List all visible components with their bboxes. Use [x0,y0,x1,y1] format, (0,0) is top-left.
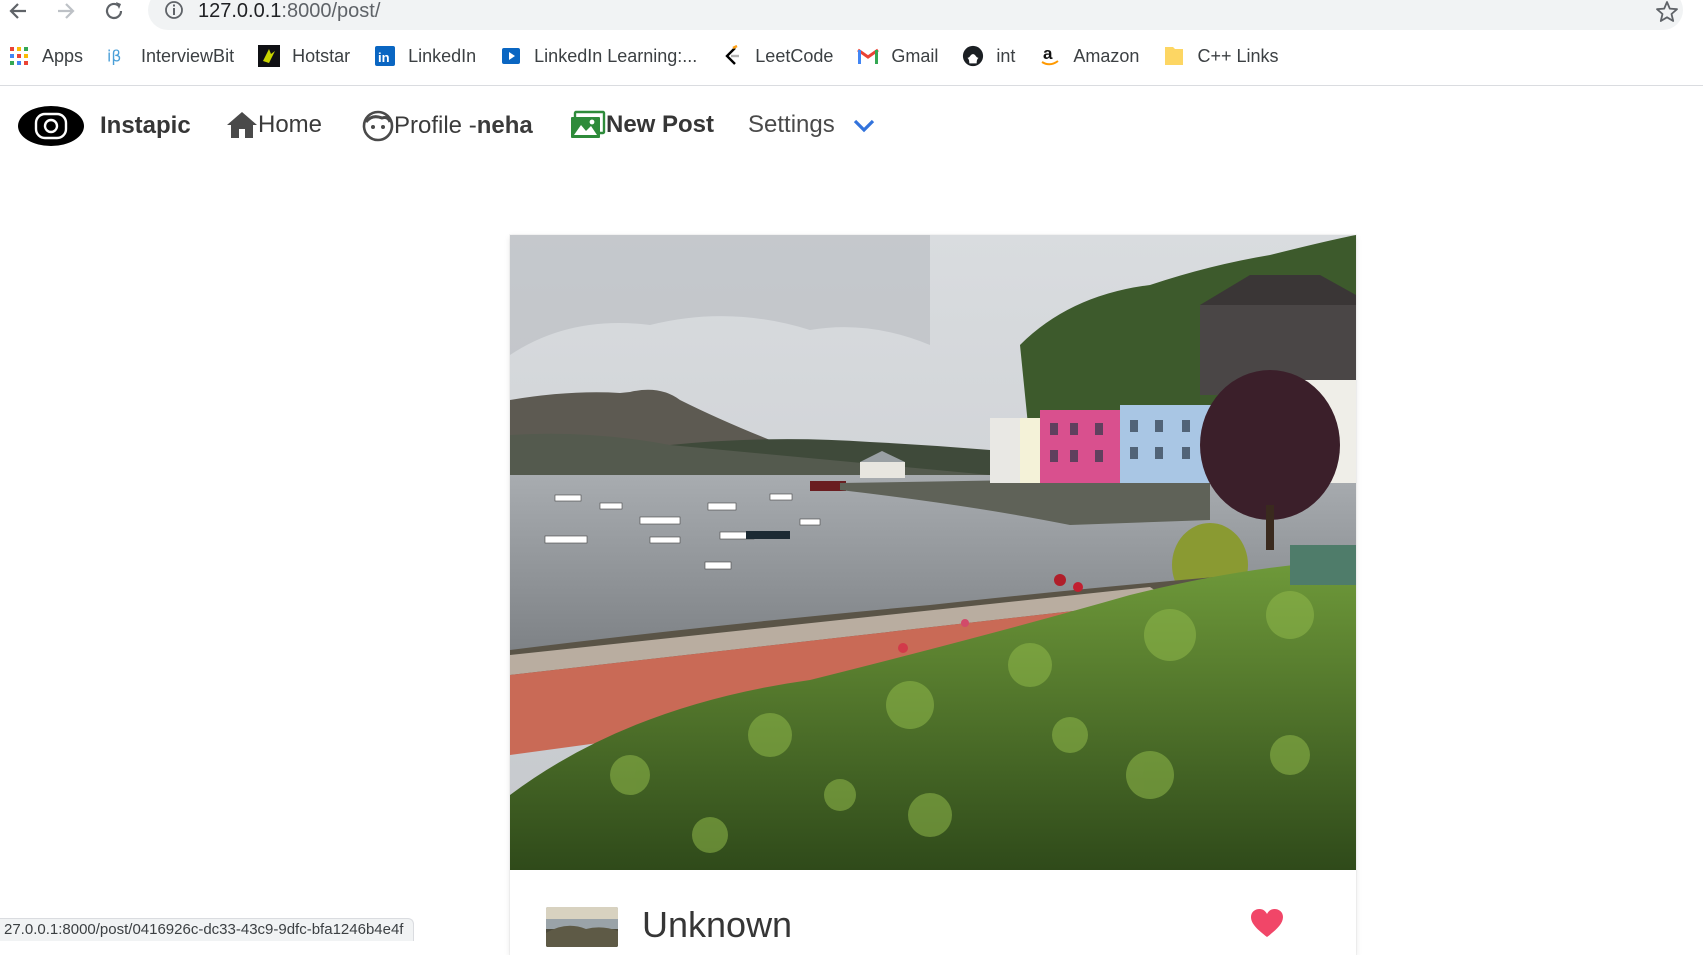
status-bar-url: 27.0.0.1:8000/post/0416926c-dc33-43c9-9d… [0,918,415,941]
nav-home-label: Home [258,111,323,138]
bookmark-leetcode[interactable]: LeetCode [721,45,833,67]
forward-button[interactable] [54,0,78,22]
settings-dropdown[interactable]: Settings [748,110,877,140]
add-image-icon [571,110,606,138]
bookmark-linkedin-learning[interactable]: LinkedIn Learning:... [500,45,697,67]
svg-text:a: a [1043,45,1053,63]
forward-arrow-icon [58,3,75,19]
bookmark-star-icon[interactable] [1655,0,1679,24]
linkedin-learning-icon [500,45,522,67]
gmail-icon [857,45,880,67]
svg-text:in: in [378,50,390,65]
site-info-icon[interactable] [164,0,184,22]
post-title: Unknown [642,904,793,945]
folder-icon [1163,45,1185,67]
brand-link[interactable]: Instapic [18,106,191,146]
bookmark-cpp-links[interactable]: C++ Links [1163,45,1279,67]
app-navbar: Instapic Home Profile - neha New Post Set… [0,96,1703,156]
apps-grid-icon [8,45,30,67]
bookmark-label: LinkedIn Learning:... [534,45,698,66]
reload-icon [105,2,123,20]
svg-text:iβ: iβ [107,48,121,66]
url-host: 127.0.0.1 [198,0,282,22]
post-card[interactable]: Unknown [510,235,1356,955]
avatar-image [546,907,618,947]
nav-profile[interactable]: Profile - neha [362,110,533,142]
interviewbit-icon: iβ [107,45,129,67]
bookmark-label: LeetCode [755,45,834,66]
nav-new-post[interactable]: New Post [570,110,714,140]
chrome-divider [0,85,1703,86]
back-arrow-icon [9,3,26,19]
nav-profile-label: Profile - [394,112,477,139]
bookmark-label: LinkedIn [408,45,477,66]
leetcode-icon [721,45,743,67]
nav-new-post-label: New Post [606,111,715,138]
nav-profile-username: neha [476,112,533,139]
bookmark-gmail[interactable]: Gmail [857,45,938,67]
bookmark-label: Apps [42,45,84,66]
heart-like-icon[interactable] [1250,908,1284,938]
settings-label: Settings [748,111,835,138]
url-text[interactable]: 127.0.0.1:8000/post/ [198,0,380,22]
face-icon [362,110,394,142]
nav-home[interactable]: Home [226,110,322,140]
brand-name: Instapic [100,112,191,139]
bookmark-linkedin[interactable]: in LinkedIn [374,45,476,67]
bookmark-amazon[interactable]: a Amazon [1039,45,1139,67]
bookmark-apps[interactable]: Apps [8,45,83,67]
bookmark-label: Gmail [891,45,939,66]
amazon-icon: a [1039,45,1061,67]
instapic-logo-icon [18,106,84,146]
home-icon [227,112,257,138]
bookmark-interviewbit[interactable]: iβ InterviewBit [107,45,234,67]
bookmark-label: int [996,45,1016,66]
url-path: :8000/post/ [281,0,381,22]
bookmarks-bar: Apps iβ InterviewBit Hotstar in LinkedIn… [0,38,1703,74]
github-icon [962,45,984,67]
reload-button[interactable] [102,0,126,22]
bookmark-label: C++ Links [1197,45,1279,66]
linkedin-icon: in [374,45,396,67]
bookmark-label: Amazon [1073,45,1140,66]
bookmark-hotstar[interactable]: Hotstar [258,45,350,67]
post-image[interactable] [510,235,1356,870]
hotstar-icon [258,45,281,67]
browser-toolbar: 127.0.0.1:8000/post/ [0,0,1703,30]
bookmark-int[interactable]: int [962,45,1015,67]
bookmark-label: InterviewBit [141,45,235,66]
chevron-down-icon [853,119,874,133]
back-button[interactable] [6,0,30,22]
user-avatar[interactable] [546,907,618,947]
bookmark-label: Hotstar [292,45,351,66]
